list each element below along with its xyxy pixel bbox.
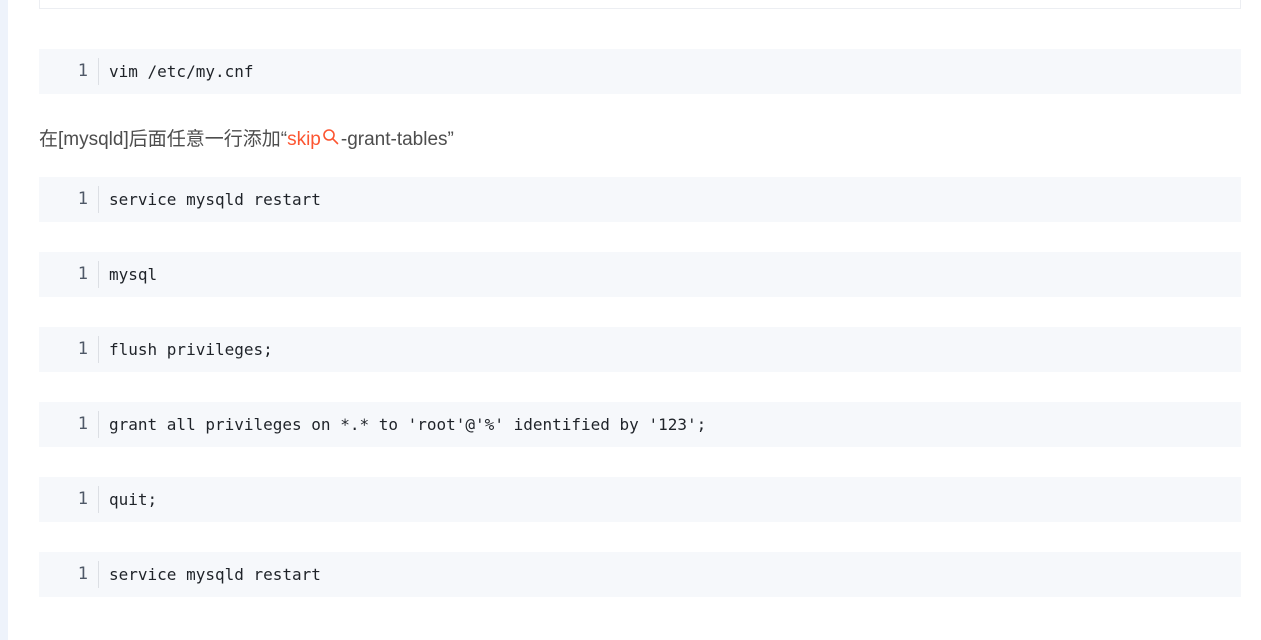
gutter-divider (98, 411, 99, 438)
code-block-grant[interactable]: 1 grant all privileges on *.* to 'root'@… (39, 402, 1241, 447)
code-line[interactable]: grant all privileges on *.* to 'root'@'%… (109, 402, 706, 447)
keyword-text[interactable]: skip (287, 129, 321, 150)
code-block-service-restart-2[interactable]: 1 service mysqld restart (39, 552, 1241, 597)
code-line[interactable]: quit; (109, 477, 157, 522)
line-number: 1 (77, 264, 88, 284)
instruction-paragraph: 在[mysqld]后面任意一行添加“skip -grant-tables” (39, 126, 454, 154)
code-block-flush[interactable]: 1 flush privileges; (39, 327, 1241, 372)
code-block-quit[interactable]: 1 quit; (39, 477, 1241, 522)
code-block-service-restart[interactable]: 1 service mysqld restart (39, 177, 1241, 222)
previous-content-box (39, 0, 1241, 9)
gutter-divider (98, 336, 99, 363)
line-number: 1 (77, 489, 88, 509)
code-line[interactable]: service mysqld restart (109, 552, 321, 597)
code-line[interactable]: mysql (109, 252, 157, 297)
code-line[interactable]: flush privileges; (109, 327, 273, 372)
gutter-divider (98, 186, 99, 213)
line-number: 1 (77, 414, 88, 434)
line-number: 1 (77, 564, 88, 584)
gutter-divider (98, 261, 99, 288)
line-number: 1 (77, 61, 88, 81)
code-line[interactable]: service mysqld restart (109, 177, 321, 222)
paragraph-prefix: 在[mysqld]后面任意一行添加“ (39, 129, 288, 150)
line-number: 1 (77, 189, 88, 209)
code-block-vim[interactable]: 1 vim /etc/my.cnf (39, 49, 1241, 94)
paragraph-suffix: -grant-tables” (340, 129, 454, 150)
gutter-divider (98, 486, 99, 513)
code-line[interactable]: vim /etc/my.cnf (109, 49, 254, 94)
keyword-search-link[interactable]: skip (287, 129, 341, 150)
page-side-stripe (0, 0, 8, 640)
code-block-mysql[interactable]: 1 mysql (39, 252, 1241, 297)
search-icon[interactable] (322, 128, 340, 146)
line-number: 1 (77, 339, 88, 359)
gutter-divider (98, 58, 99, 85)
gutter-divider (98, 561, 99, 588)
